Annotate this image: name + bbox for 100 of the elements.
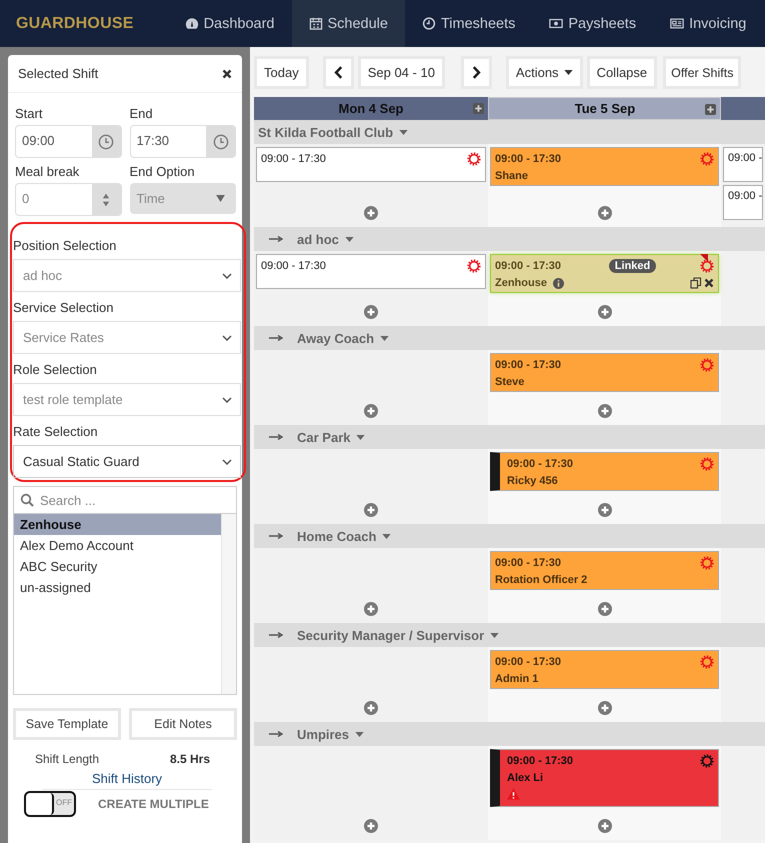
staff-item[interactable]: ABC Security	[14, 556, 221, 577]
group-title[interactable]: ad hoc	[297, 232, 339, 246]
group-title[interactable]: Away Coach	[297, 330, 374, 346]
offer-shifts-button[interactable]: Offer Shifts	[663, 56, 742, 89]
gear-icon[interactable]	[700, 457, 714, 471]
shift-time: 09:00 - 17:30	[261, 153, 326, 165]
shift-card[interactable]: 09:00 -	[723, 185, 763, 220]
shift-card[interactable]: 09:00 - 17:30	[256, 147, 486, 182]
caret-icon[interactable]	[344, 236, 354, 242]
add-icon[interactable]	[705, 104, 716, 115]
arrow-right-icon	[269, 533, 283, 539]
panel-button[interactable]: Save Template	[13, 708, 121, 740]
toggle-label: CREATE MULTIPLE	[98, 797, 209, 811]
search-field[interactable]: Search ...	[13, 486, 237, 514]
group-title[interactable]: Security Manager / Supervisor	[297, 628, 484, 642]
nav-item[interactable]: Timesheets	[404, 0, 532, 47]
logo[interactable]: GUARDHOUSE	[16, 14, 134, 32]
actions-dropdown[interactable]: Actions	[506, 56, 583, 89]
shift-history-link[interactable]: Shift History	[42, 771, 212, 790]
gear-icon[interactable]	[467, 152, 481, 166]
caret-icon[interactable]	[356, 434, 366, 440]
shift-card[interactable]: 09:00 - 17:30 Linked Zenhouse	[490, 254, 719, 293]
shift-card[interactable]: 09:00 - 17:30 Steve	[490, 353, 719, 392]
nav-item[interactable]: Invoicing	[653, 0, 764, 47]
shift-length-label: Shift Length	[35, 752, 100, 766]
select-field[interactable]: Casual Static Guard	[13, 445, 241, 478]
group-title[interactable]: Home Coach	[297, 528, 376, 544]
nav-item[interactable]: Schedule	[292, 0, 405, 47]
field-label: Position Selection	[13, 238, 118, 253]
field-label: Role Selection	[13, 362, 98, 377]
chevron-down-icon	[222, 272, 232, 278]
nav-item[interactable]: Dashboard	[168, 0, 292, 47]
time-field[interactable]: 09:00	[15, 125, 122, 158]
add-icon[interactable]	[473, 103, 484, 114]
staff-item[interactable]: Alex Demo Account	[14, 535, 221, 556]
shift-card[interactable]: 09:00 - 17:30 Rotation Officer 2	[490, 551, 719, 590]
gear-icon[interactable]	[700, 556, 714, 570]
gear-icon[interactable]	[700, 754, 714, 768]
chevron-right-icon	[472, 66, 481, 79]
nav-item[interactable]: Paysheets	[532, 0, 654, 47]
gear-icon[interactable]	[700, 259, 714, 273]
staff-item[interactable]: un-assigned	[14, 577, 221, 598]
arrow-right-icon	[269, 632, 283, 638]
shift-time: 09:00 - 17:30	[495, 359, 562, 371]
gear-icon[interactable]	[700, 152, 714, 166]
caret-icon[interactable]	[382, 534, 392, 538]
caret-icon	[216, 195, 225, 202]
staff-name: Rotation Officer 2	[495, 574, 588, 586]
clock-icon	[422, 17, 436, 30]
copy-icon[interactable]	[690, 277, 702, 289]
shift-card[interactable]: 09:00 - 17:30	[256, 254, 486, 289]
panel-button[interactable]: Edit Notes	[129, 708, 237, 740]
shift-time: 09:00 -	[728, 152, 762, 164]
today-button[interactable]: Today	[254, 56, 309, 89]
shift-card[interactable]: 09:00 - 17:30 Ricky 456	[490, 452, 719, 491]
panel-title: Selected Shift	[18, 66, 98, 81]
chevron-down-icon	[222, 458, 232, 464]
caret-icon[interactable]	[380, 336, 390, 340]
caret-icon[interactable]	[355, 732, 364, 736]
field-label: Service Selection	[13, 300, 114, 315]
chevron-down-icon	[222, 334, 232, 340]
info-icon[interactable]	[552, 278, 564, 288]
group-title[interactable]: Car Park	[297, 430, 350, 444]
shift-time: 09:00 - 17:30	[495, 153, 562, 165]
collapse-button[interactable]: Collapse	[586, 56, 658, 89]
number-field[interactable]: 0	[15, 183, 122, 216]
staff-name: Ricky 456	[507, 475, 558, 487]
shift-card[interactable]: 09:00 - 17:30 Shane	[490, 147, 719, 186]
arrow-right-icon	[269, 236, 283, 242]
shift-card[interactable]: 09:00 -	[723, 147, 763, 182]
linked-badge: Linked	[608, 259, 656, 273]
group-title[interactable]: Umpires	[297, 726, 350, 742]
gear-icon[interactable]	[467, 259, 481, 273]
close-icon[interactable]	[222, 68, 232, 78]
shift-length-value: 8.5 Hrs	[170, 752, 210, 766]
caret-icon[interactable]	[490, 632, 500, 638]
time-field[interactable]: 17:30	[130, 125, 236, 158]
next-button[interactable]	[460, 56, 492, 89]
shift-time: 09:00 - 17:30	[261, 260, 326, 272]
shift-card[interactable]: 09:00 - 17:30 Admin 1	[490, 650, 719, 689]
arrow-right-icon	[269, 434, 283, 440]
delete-icon[interactable]	[704, 278, 714, 288]
gear-icon[interactable]	[700, 655, 714, 669]
shift-time: 09:00 - 17:30	[507, 458, 574, 470]
gear-icon[interactable]	[700, 358, 714, 372]
shift-card[interactable]: 09:00 - 17:30 Alex Li	[490, 749, 719, 807]
previous-button[interactable]	[322, 56, 354, 89]
field-label: Start	[15, 106, 44, 121]
group-title[interactable]: St Kilda Football Club	[258, 124, 394, 140]
staff-name: Admin 1	[495, 673, 538, 685]
field-label: End Option	[130, 164, 196, 179]
staff-item[interactable]: Zenhouse	[14, 514, 221, 535]
staff-name: Alex Li	[507, 772, 544, 784]
clock-icon	[98, 134, 114, 150]
caret-icon[interactable]	[399, 130, 408, 134]
shift-time: 09:00 -	[728, 190, 762, 202]
search-icon	[20, 493, 34, 507]
day-header: Tue 5 Sep	[488, 97, 721, 120]
shift-time: 09:00 - 17:30	[495, 260, 562, 272]
date-range-button[interactable]: Sep 04 - 10	[358, 56, 445, 89]
